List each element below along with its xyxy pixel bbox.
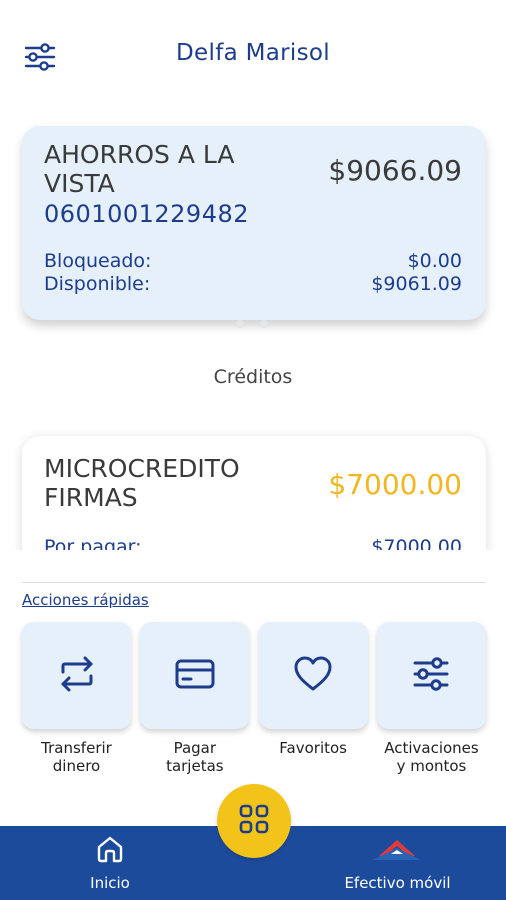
available-row: Disponible: $9061.09: [44, 273, 462, 295]
pay-cards-button[interactable]: Pagar tarjetas: [140, 622, 250, 775]
credit-card[interactable]: MICROCREDITO FIRMAS $7000.00 Por pagar: …: [22, 436, 486, 550]
home-icon: [95, 834, 125, 868]
nav-mobile-cash[interactable]: Efectivo móvil: [330, 834, 465, 892]
favorites-label: Favoritos: [279, 739, 348, 757]
transfer-label: Transferir dinero: [41, 739, 112, 775]
carousel-indicator: [236, 320, 268, 328]
favorites-tile[interactable]: [258, 622, 368, 729]
pay-cards-label: Pagar tarjetas: [166, 739, 224, 775]
transfer-arrows-icon: [57, 656, 97, 696]
blocked-value: $0.00: [407, 250, 462, 272]
blocked-label: Bloqueado:: [44, 250, 152, 272]
transfer-money-button[interactable]: Transferir dinero: [22, 622, 131, 775]
page-title: Delfa Marisol: [176, 40, 330, 66]
pending-row: Por pagar: $7000.00: [44, 536, 462, 550]
blocked-row: Bloqueado: $0.00: [44, 250, 462, 272]
activations-limits-button[interactable]: Activaciones y montos: [376, 622, 486, 775]
app-header: Delfa Marisol: [0, 0, 506, 110]
pay-cards-tile[interactable]: [140, 622, 250, 729]
account-number: 0601001229482: [44, 200, 250, 228]
credit-amount: $7000.00: [328, 468, 462, 501]
divider: [22, 582, 486, 583]
pending-label: Por pagar:: [44, 536, 142, 550]
nav-home-label: Inicio: [90, 874, 130, 892]
mountain-logo-icon: [369, 834, 427, 868]
available-label: Disponible:: [44, 273, 151, 295]
credit-name: MICROCREDITO FIRMAS: [44, 454, 240, 512]
carousel-dot[interactable]: [260, 320, 268, 328]
grid-icon: [239, 804, 269, 838]
heart-icon: [293, 655, 333, 697]
menu-fab-button[interactable]: [217, 784, 291, 858]
available-value: $9061.09: [371, 273, 462, 295]
sliders-icon: [412, 656, 450, 695]
activations-tile[interactable]: [376, 622, 486, 729]
transfer-tile[interactable]: [22, 622, 131, 729]
credits-section-title: Créditos: [213, 366, 293, 388]
carousel-dot[interactable]: [236, 320, 244, 328]
activations-label: Activaciones y montos: [384, 739, 479, 775]
credits-list: MICROCREDITO FIRMAS $7000.00 Por pagar: …: [0, 420, 506, 550]
nav-home[interactable]: Inicio: [80, 834, 140, 892]
pending-value: $7000.00: [371, 536, 462, 550]
account-name: AHORROS A LA VISTA: [44, 140, 235, 198]
favorites-button[interactable]: Favoritos: [258, 622, 368, 775]
credit-card-icon: [175, 658, 215, 694]
quick-actions: Transferir dinero Pagar tarjetas Favorit…: [22, 622, 486, 775]
account-balance: $9066.09: [328, 154, 462, 187]
account-card[interactable]: AHORROS A LA VISTA $9066.09 060100122948…: [22, 126, 486, 320]
nav-mobile-cash-label: Efectivo móvil: [344, 874, 451, 892]
quick-actions-link[interactable]: Acciones rápidas: [22, 591, 149, 609]
